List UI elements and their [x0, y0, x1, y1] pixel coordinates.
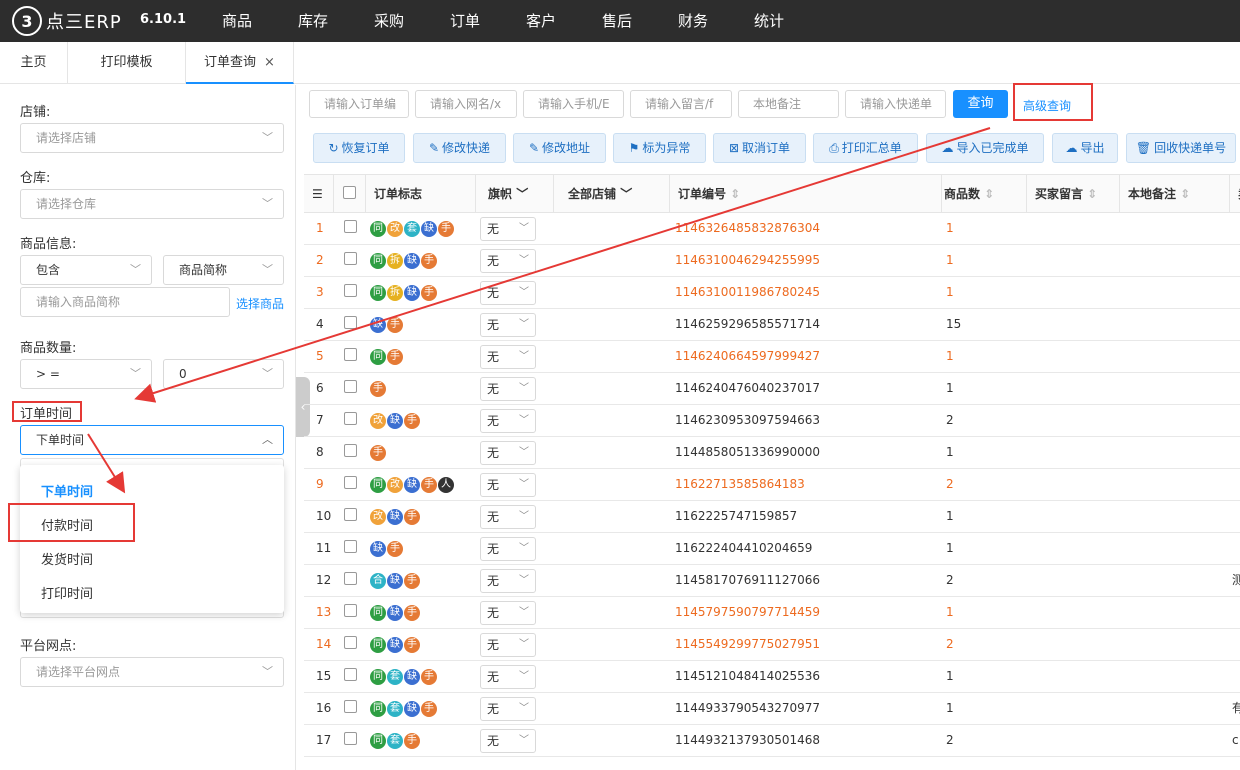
annotation-arrows — [87, 127, 991, 494]
arrow-to-payment-time — [87, 433, 126, 494]
arrow-to-order-time — [134, 127, 991, 403]
